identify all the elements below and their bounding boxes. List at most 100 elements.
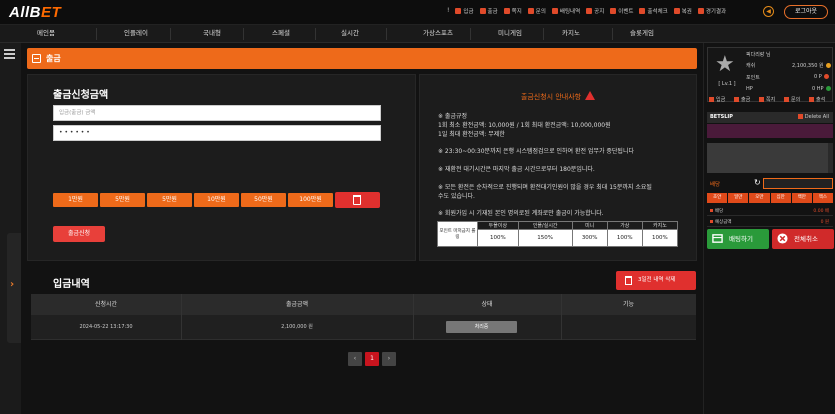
deposit-icon (709, 97, 714, 102)
notice-icon (586, 8, 593, 14)
logout-button[interactable]: 로그아웃 (784, 5, 828, 19)
rolling-value: 100% (641, 229, 679, 247)
chevron-right-icon[interactable]: › (10, 279, 14, 290)
top-link-deposit[interactable]: 입금 (455, 7, 474, 15)
notice-line: 1일 최대 환전금액: 무제한 (438, 131, 505, 138)
betslip-list (707, 143, 833, 173)
chip-10k[interactable]: 일만 (728, 193, 749, 203)
amount-button-50k[interactable]: 5만원 (100, 193, 145, 207)
user-level: [ Lv.1 ] (718, 81, 736, 87)
trash-icon (797, 114, 803, 119)
top-link-event[interactable]: 이벤트 (610, 7, 633, 15)
top-link-message[interactable]: 쪽지 (503, 7, 522, 15)
event-icon (610, 8, 617, 14)
sidebar-deposit-button[interactable]: 입금 (709, 96, 725, 103)
nav-divider (543, 28, 544, 40)
pagination-current[interactable]: 1 (365, 352, 379, 366)
minus-box-icon (32, 54, 41, 63)
volume-icon[interactable]: ◀ (763, 6, 774, 17)
nav-divider (612, 28, 613, 40)
amount-input[interactable]: 입금(출금) 금액 (53, 105, 381, 121)
withdraw-submit-button[interactable]: 출금신청 (53, 226, 105, 242)
reset-amount-button[interactable] (335, 192, 380, 208)
notice-line: ※ 23:30~00:30분까지 은행 시스템점검으로 인하여 환전 업무가 중… (438, 148, 634, 155)
delete-old-history-button[interactable]: 3일전 내역 삭제 (616, 271, 696, 290)
notice-line: ※ 모든 환전은 순차적으로 진행되며 환전대기인원이 많을 경우 최대 15분… (438, 184, 652, 191)
sidebar-inquiry-button[interactable]: 문의 (784, 96, 800, 103)
amount-button-10k[interactable]: 1만원 (53, 193, 98, 207)
nav-item-virtual-sports[interactable]: 가상스포츠 (406, 25, 470, 43)
star-icon: ★ (715, 52, 735, 77)
delete-all-button[interactable]: Delete All (797, 114, 829, 120)
refresh-icon[interactable]: ↻ (754, 178, 761, 187)
menu-icon[interactable] (4, 49, 15, 61)
notice-line: ※ 재환전 대기시간은 마지막 출금 시간으로부터 180분입니다. (438, 166, 595, 173)
chip-1m[interactable]: 백만 (791, 193, 812, 203)
table-row: 2024-05-22 13:17:30 2,100,000 원 처리중 (31, 315, 696, 340)
odds-line: 배당 0.00 배 (707, 206, 833, 216)
nav-item-main[interactable]: 메인몸 (20, 25, 72, 43)
withdraw-form-title: 출금신청금액 (53, 90, 109, 101)
column-header: 상태 (481, 301, 493, 308)
clear-bets-button[interactable]: 전체취소 (772, 229, 834, 249)
password-input[interactable]: • • • • • • (53, 125, 381, 141)
amount-button-100k[interactable]: 10만원 (194, 193, 239, 207)
withdraw-icon (734, 97, 739, 102)
amount-button-50k-b[interactable]: 5만원 (147, 193, 192, 207)
pagination-prev[interactable]: ‹ (348, 352, 362, 366)
nav-divider (470, 28, 471, 40)
top-link-inquiry[interactable]: 문의 (527, 7, 546, 15)
sidebar-withdraw-button[interactable]: 출금 (734, 96, 750, 103)
hp-label: HP (746, 86, 753, 92)
bet-amount-input[interactable] (763, 178, 833, 189)
attendance-icon (639, 8, 646, 14)
rolling-table: 포인트 마저금지 롤링 두폴이상 인플/실시간 미니 가상 카지노 100% 1… (437, 221, 679, 247)
rolling-value: 300% (571, 229, 608, 247)
bet-chips: 초안 일만 오만 십만 백만 맥스 (707, 193, 834, 204)
top-link-withdraw[interactable]: 출금 (479, 7, 498, 15)
nav-item-special[interactable]: 스페셜 (255, 25, 307, 43)
column-divider (413, 294, 414, 340)
rolling-header: 인플/실시간 (517, 221, 573, 230)
sidebar-message-button[interactable]: 쪽지 (759, 96, 775, 103)
bet-amount-row: 배당 ↻ (707, 177, 833, 190)
top-link-notice[interactable]: 공지 (586, 7, 604, 15)
top-link-bet-history[interactable]: 배팅내역 (551, 7, 580, 15)
notice-line: 1회 최소 환전금액: 10,000원 / 1회 최대 환전금액: 10,000… (438, 122, 611, 129)
site-logo[interactable]: AllBET (9, 4, 61, 21)
top-link-results[interactable]: 경기결과 (697, 7, 726, 15)
betslip-bar (707, 124, 833, 138)
cart-icon (712, 234, 723, 243)
amount-button-500k[interactable]: 50만원 (241, 193, 286, 207)
nav-item-inplay[interactable]: 인플레이 (110, 25, 162, 43)
nav-item-domestic[interactable]: 국내형 (186, 25, 238, 43)
main-nav: 메인몸 인플레이 국내형 스페셜 실시간 가상스포츠 미니게임 카지노 슬롯게임 (0, 25, 835, 43)
amount-button-1m[interactable]: 100만원 (288, 193, 333, 207)
rolling-header: 가상 (606, 221, 643, 230)
place-bet-button[interactable]: 배팅하기 (707, 229, 769, 249)
nav-divider (243, 28, 244, 40)
top-link-attendance[interactable]: 출석체크 (639, 7, 668, 15)
nav-item-live[interactable]: 실시간 (324, 25, 376, 43)
close-circle-icon (777, 233, 788, 244)
page-header: 출금 (27, 48, 697, 69)
point-icon (823, 74, 829, 79)
alert-icon[interactable]: ! (447, 7, 449, 15)
column-header: 기능 (622, 301, 635, 308)
chip-100k[interactable]: 십만 (770, 193, 791, 203)
chip-reset[interactable]: 초안 (707, 193, 728, 203)
nav-item-slot[interactable]: 슬롯게임 (614, 25, 670, 43)
page-title: 출금 (46, 54, 61, 63)
attendance-icon (809, 97, 814, 102)
betslip-scrollbar[interactable] (828, 143, 833, 173)
top-bar: AllBET ! 입금 출금 쪽지 문의 배팅내역 공지 이벤트 출석체크 복권… (0, 0, 835, 25)
top-link-lottery[interactable]: 복권 (673, 7, 692, 15)
pagination-next[interactable]: › (382, 352, 396, 366)
nav-item-minigame[interactable]: 미니게임 (480, 25, 540, 43)
chip-50k[interactable]: 오만 (749, 193, 770, 203)
nav-item-casino[interactable]: 카지노 (545, 25, 597, 43)
warning-icon (585, 91, 596, 100)
column-header: 신청시간 (94, 301, 118, 308)
sidebar-attendance-button[interactable]: 출석 (809, 96, 825, 103)
chip-max[interactable]: 맥스 (812, 193, 834, 203)
